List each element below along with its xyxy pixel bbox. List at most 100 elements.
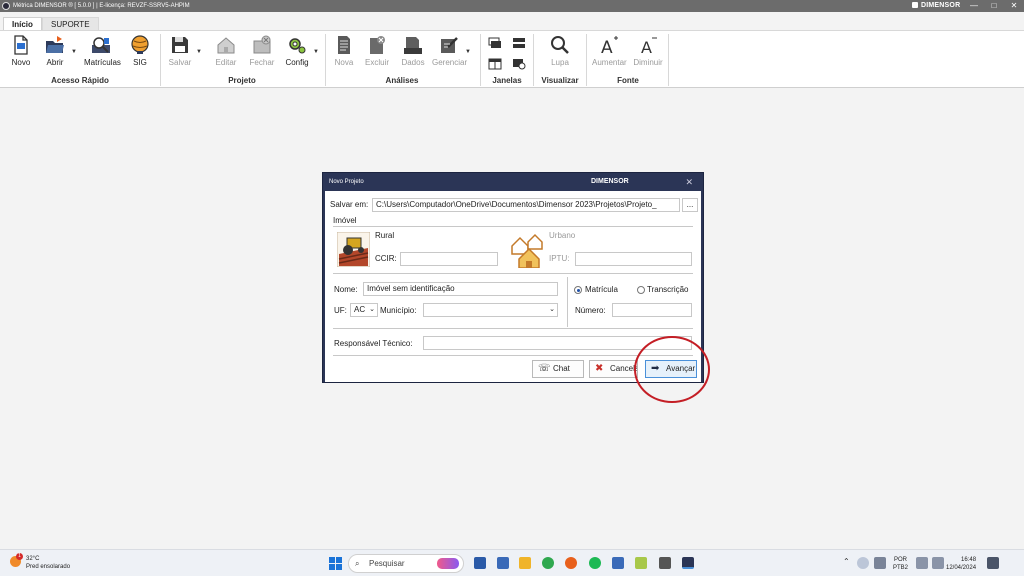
divider [480,34,481,86]
document-icon [338,36,350,54]
matriculas-button[interactable]: Matrículas [84,35,121,67]
dialog-brand: DIMENSOR [591,178,629,185]
edit-house-icon [217,37,235,54]
weather-widget[interactable]: 1 32°C Pred ensolarado [10,553,70,571]
group-fonte: Fonte [617,76,639,85]
municipio-label: Município: [380,306,417,315]
volume-icon[interactable] [932,557,944,569]
dialog-close-button[interactable]: ✕ [685,173,693,191]
divider [586,34,587,86]
lupa-button[interactable]: Lupa [543,35,577,67]
chevron-down-icon: ⌄ [549,306,555,313]
browse-button[interactable]: ... [682,198,698,212]
chat-button[interactable]: ☏ Chat [532,360,584,378]
window-cascade-icon[interactable] [488,37,502,49]
chevron-up-icon[interactable]: ⌃ [843,557,850,566]
window-arrange-icon[interactable] [512,58,526,70]
save-icon [172,37,188,53]
firefox-icon[interactable] [565,557,577,569]
task-view-icon[interactable] [474,557,486,569]
dialog-title: Novo Projeto [329,179,364,185]
dados-button[interactable]: Dados [396,35,430,67]
app-tray-icon[interactable] [874,557,886,569]
responsavel-tecnico-label: Responsável Técnico: [334,339,413,348]
group-projeto: Projeto [228,76,256,85]
minimize-button[interactable]: — [964,0,984,12]
spotify-icon[interactable] [589,557,601,569]
urbano-houses-icon[interactable] [511,232,545,268]
windows-start-icon[interactable] [329,557,342,570]
delete-document-icon [370,36,385,54]
cancel-button[interactable]: ✖ Cancelar [589,360,638,378]
novo-button[interactable]: Novo [4,35,38,67]
matricula-radio[interactable] [574,286,582,294]
ribbon: Novo Abrir ▼ Matrículas SIG Acesso Rápid… [0,30,1024,88]
divider [325,34,326,86]
network-icon[interactable] [916,557,928,569]
tab-suporte[interactable]: SUPORTE [42,17,99,30]
chrome-icon[interactable] [542,557,554,569]
chevron-down-icon[interactable]: ▼ [71,49,77,55]
calculator-icon[interactable] [497,557,509,569]
ccir-input[interactable] [400,252,498,266]
group-analises: Análises [385,76,419,85]
notifications-icon[interactable] [987,557,999,569]
taskbar-search[interactable]: ⌕ Pesquisar [348,554,464,573]
divider [533,34,534,86]
app-icon[interactable] [612,557,624,569]
language-indicator[interactable]: POR PTB2 [893,556,908,572]
transcricao-radio[interactable] [637,286,645,294]
salvar-em-label: Salvar em: [330,200,369,209]
clock[interactable]: 16:48 12/04/2024 [946,556,976,572]
window-tile-horizontal-icon[interactable] [512,37,526,49]
cloud-icon[interactable] [857,557,869,569]
close-window-button[interactable]: ✕ [1004,0,1024,12]
aumentar-fonte-button[interactable]: A Aumentar [592,35,627,67]
sig-button[interactable]: SIG [123,35,157,67]
nome-input[interactable]: Imóvel sem identificação [363,282,558,296]
chevron-down-icon[interactable]: ▼ [465,49,471,55]
fechar-button[interactable]: Fechar [245,35,279,67]
chevron-down-icon: ⌄ [369,306,375,313]
imovel-label: Imóvel [333,216,357,225]
maximize-button[interactable]: □ [984,0,1004,12]
municipio-select[interactable]: ⌄ [423,303,558,317]
close-project-icon [253,35,271,54]
gerenciar-button[interactable]: Gerenciar ▼ [432,35,471,67]
matricula-label: Matrícula [585,285,618,294]
tab-inicio[interactable]: Início [3,17,42,30]
diminuir-fonte-button[interactable]: A Diminuir [631,35,665,67]
save-path-field[interactable]: C:\Users\Computador\OneDrive\Documentos\… [372,198,680,212]
svg-text:A: A [641,38,652,55]
chevron-down-icon[interactable]: ▼ [313,49,319,55]
chevron-down-icon[interactable]: ▼ [196,49,202,55]
config-button[interactable]: Config ▼ [280,35,319,67]
abrir-button[interactable]: Abrir ▼ [38,35,77,67]
group-janelas: Janelas [492,76,522,85]
dimensor-taskbar-icon[interactable] [682,557,694,569]
iptu-input[interactable] [575,252,692,266]
excluir-button[interactable]: Excluir [360,35,394,67]
new-file-icon [14,35,28,55]
data-icon [404,37,422,54]
app-icon [2,2,10,10]
rural-label: Rural [375,231,395,240]
nova-analise-button[interactable]: Nova [327,35,361,67]
window-tile-vertical-icon[interactable] [488,58,502,70]
file-explorer-icon[interactable] [519,557,531,569]
urbano-label: Urbano [549,231,576,240]
divider [668,34,669,86]
cancel-icon: ✖ [595,363,604,374]
manage-icon [441,37,458,53]
divider [567,277,568,327]
gear-icon [289,38,306,54]
numero-input[interactable] [612,303,692,317]
transcricao-label: Transcrição [647,285,689,294]
salvar-button[interactable]: Salvar ▼ [163,35,202,67]
ccir-label: CCIR: [375,254,397,263]
uf-select[interactable]: AC ⌄ [350,303,378,317]
rural-tractor-icon[interactable] [337,232,370,267]
editar-button[interactable]: Editar [209,35,243,67]
app-icon[interactable] [635,557,647,569]
app-icon[interactable] [659,557,671,569]
